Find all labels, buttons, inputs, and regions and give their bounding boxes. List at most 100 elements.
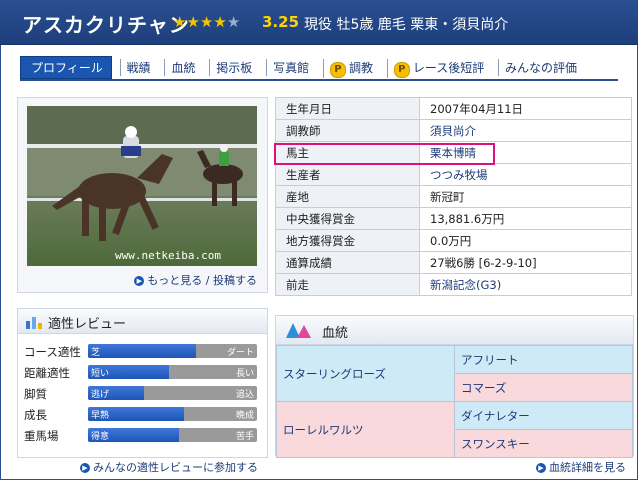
aptitude-left-label: 逃げ <box>91 390 110 400</box>
aptitude-label: コース適性 <box>24 345 81 359</box>
link-separator: / <box>205 274 210 287</box>
profile-key: 産地 <box>275 185 420 208</box>
photo-links: ▶ もっと見る / 投稿する <box>134 272 257 288</box>
table-row: 生産者 つつみ牧場 <box>275 163 632 186</box>
aptitude-review-link[interactable]: みんなの適性レビューに参加する <box>93 461 258 474</box>
pedigree-title: 血統 <box>322 326 349 341</box>
rating-stars: ★★★★★ <box>173 15 240 30</box>
aptitude-bar: 早熟 晩成 <box>88 407 257 421</box>
pedigree-header: 血統 <box>276 316 633 345</box>
aptitude-bar: 得意 苦手 <box>88 428 257 442</box>
owner-link[interactable]: 栗本博晴 <box>419 141 632 164</box>
breeder-link[interactable]: つつみ牧場 <box>419 163 632 186</box>
dam-dam-name[interactable]: スワンスキー <box>461 437 530 451</box>
sire-sire-name[interactable]: アフリート <box>461 353 519 367</box>
aptitude-right-label: 晩成 <box>235 411 254 421</box>
aptitude-bar-fill <box>88 344 197 358</box>
profile-value: 2007年04月11日 <box>419 97 632 120</box>
tab-profile[interactable]: プロフィール <box>20 56 112 79</box>
tab-results[interactable]: 戦績 <box>119 59 157 76</box>
breeder-name[interactable]: つつみ牧場 <box>430 168 488 182</box>
star-icon: ★ <box>186 13 200 31</box>
premium-p-icon: P <box>329 62 346 78</box>
dam-sire-name[interactable]: ダイナレター <box>461 409 530 423</box>
dam-cell[interactable]: ローレルワルツ <box>276 401 455 458</box>
tab-evaluation[interactable]: みんなの評価 <box>498 59 583 76</box>
aptitude-review-link-wrap: ▶ みんなの適性レビューに参加する <box>80 459 258 475</box>
table-row: スターリングローズ アフリート <box>276 345 633 402</box>
table-row: ローレルワルツ ダイナレター <box>276 401 633 458</box>
aptitude-row: 脚質 逃げ 追込 <box>18 382 267 403</box>
aptitude-right-label: 苦手 <box>235 432 254 442</box>
dam-name[interactable]: ローレルワルツ <box>283 423 364 437</box>
sire-sire-cell[interactable]: アフリート <box>454 345 633 374</box>
trainer-link[interactable]: 須貝尚介 <box>419 119 632 142</box>
aptitude-row: コース適性芝 ダート <box>18 340 267 361</box>
dam-sire-cell[interactable]: ダイナレター <box>454 401 633 430</box>
tab-pedigree[interactable]: 血統 <box>164 59 201 76</box>
table-row: 中央獲得賞金 13,881.6万円 <box>275 207 632 230</box>
sire-dam-name[interactable]: コマーズ <box>461 381 506 395</box>
aptitude-row: 成長 早熟 晩成 <box>18 403 267 424</box>
star-icon: ★ <box>213 13 227 31</box>
pedigree-detail-link[interactable]: 血統詳細を見る <box>549 461 626 474</box>
arrow-right-icon: ▶ <box>80 463 90 473</box>
profile-value: 新冠町 <box>419 185 632 208</box>
aptitude-title: 適性レビュー <box>48 317 127 332</box>
photo-watermark: www.netkeiba.com <box>115 249 221 262</box>
arrow-right-icon: ▶ <box>134 276 145 286</box>
tab-training[interactable]: P 調教 <box>322 59 379 78</box>
trainer-name[interactable]: 須貝尚介 <box>430 124 476 138</box>
tab-race-review-label: レース後短評 <box>412 61 485 75</box>
aptitude-label: 距離適性 <box>24 366 70 380</box>
post-photo-link[interactable]: 投稿する <box>213 274 257 287</box>
table-row: 前走 新潟記念(G3) <box>275 273 632 296</box>
owner-name[interactable]: 栗本博晴 <box>430 146 476 160</box>
aptitude-label: 脚質 <box>24 387 47 401</box>
profile-nav: プロフィール 戦績 血統 掲示板 写真館 P 調教 P レース後短評 みんなの評価 <box>20 56 604 79</box>
horse-header: アスカクリチャン ★★★★★ 3.25 現役 牡5歳 鹿毛 栗東・須貝尚介 <box>0 0 638 45</box>
aptitude-bar: 逃げ 追込 <box>88 386 257 400</box>
sire-cell[interactable]: スターリングローズ <box>276 345 455 402</box>
tab-photos[interactable]: 写真館 <box>266 59 315 76</box>
aptitude-label: 重馬場 <box>24 429 59 443</box>
aptitude-left-label: 短い <box>91 369 110 379</box>
profile-key: 前走 <box>275 273 420 296</box>
aptitude-left-label: 得意 <box>91 432 110 442</box>
aptitude-bar: 短い 長い <box>88 365 257 379</box>
aptitude-panel: 適性レビュー コース適性芝 ダート距離適性 短い 長い脚質 逃げ 追込成長 早熟 晩成重馬場 得… <box>17 308 268 458</box>
more-photos-link[interactable]: もっと見る <box>147 274 202 287</box>
last-race-name[interactable]: 新潟記念(G3) <box>430 278 501 292</box>
aptitude-right-label: 長い <box>235 369 254 379</box>
sire-dam-cell[interactable]: コマーズ <box>454 373 633 402</box>
horse-photo[interactable]: www.netkeiba.com <box>27 106 257 266</box>
profile-key: 地方獲得賞金 <box>275 229 420 252</box>
aptitude-right-label: ダート <box>226 348 254 358</box>
tab-race-review[interactable]: P レース後短評 <box>386 59 490 78</box>
table-row: 地方獲得賞金 0.0万円 <box>275 229 632 252</box>
aptitude-left-label: 芝 <box>91 348 101 358</box>
sire-name[interactable]: スターリングローズ <box>283 367 386 381</box>
table-row: 通算成績 27戦6勝 [6-2-9-10] <box>275 251 632 274</box>
tab-training-label: 調教 <box>348 61 373 75</box>
profile-key: 中央獲得賞金 <box>275 207 420 230</box>
profile-key: 馬主 <box>275 141 420 164</box>
star-icon: ★ <box>173 13 187 31</box>
last-race-link[interactable]: 新潟記念(G3) <box>419 273 632 296</box>
profile-value: 13,881.6万円 <box>419 207 632 230</box>
bar-chart-icon <box>26 317 42 329</box>
profile-key: 通算成績 <box>275 251 420 274</box>
star-icon: ★ <box>226 13 241 31</box>
pedigree-detail-link-wrap: ▶ 血統詳細を見る <box>536 459 626 475</box>
table-row: 生年月日 2007年04月11日 <box>275 97 632 120</box>
tab-board[interactable]: 掲示板 <box>209 59 258 76</box>
horse-info: 現役 牡5歳 鹿毛 栗東・須貝尚介 <box>304 17 509 33</box>
horse-race-image: www.netkeiba.com <box>27 106 257 266</box>
profile-table: 生年月日 2007年04月11日 調教師 須貝尚介 馬主 栗本博晴 生産者 つつみ牧場 … <box>275 97 632 296</box>
aptitude-rows: コース適性芝 ダート距離適性 短い 長い脚質 逃げ 追込成長 早熟 晩成重馬場 得意 苦手 <box>18 340 267 445</box>
photo-panel: www.netkeiba.com ▶ もっと見る / 投稿する <box>17 97 268 293</box>
dam-dam-cell[interactable]: スワンスキー <box>454 429 633 458</box>
profile-key: 調教師 <box>275 119 420 142</box>
aptitude-label: 成長 <box>24 408 47 422</box>
rating-value: 3.25 <box>262 13 300 31</box>
